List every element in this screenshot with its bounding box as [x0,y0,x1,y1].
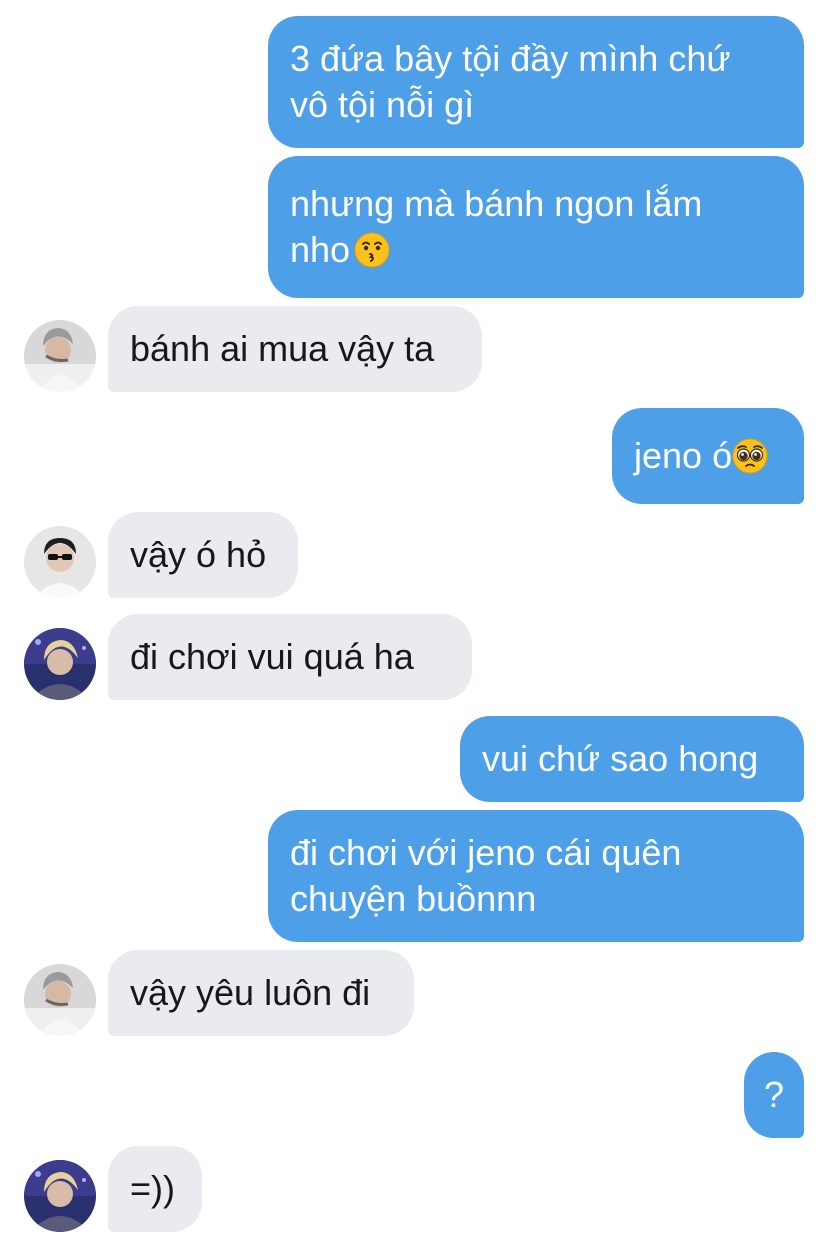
kissing-face-icon [354,232,390,268]
avatar[interactable] [24,320,96,392]
message-text: jeno ó [634,435,733,476]
message-text: =)) [130,1168,175,1209]
message-text: bánh ai mua vậy ta [130,328,435,369]
message-text: đi chơi với jeno cái quên chuyện buồnnn [290,832,682,919]
outgoing-message-bubble[interactable]: ? [744,1052,804,1138]
incoming-message-bubble[interactable]: vậy ó hỏ [108,512,298,598]
incoming-message-bubble[interactable]: vậy yêu luôn đi [108,950,414,1036]
avatar-person-icon [24,320,96,392]
incoming-message-bubble[interactable]: =)) [108,1146,202,1232]
outgoing-message-bubble[interactable]: jeno ó [612,408,804,504]
pleading-face-icon [732,438,768,474]
avatar[interactable] [24,628,96,700]
avatar-person-icon [24,628,96,700]
message-text: vui chứ sao hong [482,738,759,779]
avatar-person-icon [24,526,96,598]
avatar[interactable] [24,526,96,598]
message-text: đi chơi vui quá ha [130,636,414,677]
message-text: ? [763,1074,785,1115]
avatar-person-icon [24,1160,96,1232]
outgoing-message-bubble[interactable]: nhưng mà bánh ngon lắm nho [268,156,804,298]
outgoing-message-bubble[interactable]: 3 đứa bây tội đầy mình chứ vô tội nỗi gì [268,16,804,148]
incoming-message-bubble[interactable]: đi chơi vui quá ha [108,614,472,700]
message-text: vậy ó hỏ [130,534,267,575]
message-text: nhưng mà bánh ngon lắm nho [290,183,703,270]
avatar[interactable] [24,1160,96,1232]
avatar[interactable] [24,964,96,1036]
avatar-person-icon [24,964,96,1036]
message-text: 3 đứa bây tội đầy mình chứ vô tội nỗi gì [290,38,731,125]
outgoing-message-bubble[interactable]: đi chơi với jeno cái quên chuyện buồnnn [268,810,804,942]
message-text-wrap: jeno ó [634,433,768,479]
message-text: vậy yêu luôn đi [130,972,371,1013]
outgoing-message-bubble[interactable]: vui chứ sao hong [460,716,804,802]
message-text-wrap: nhưng mà bánh ngon lắm nho [290,181,702,273]
incoming-message-bubble[interactable]: bánh ai mua vậy ta [108,306,482,392]
